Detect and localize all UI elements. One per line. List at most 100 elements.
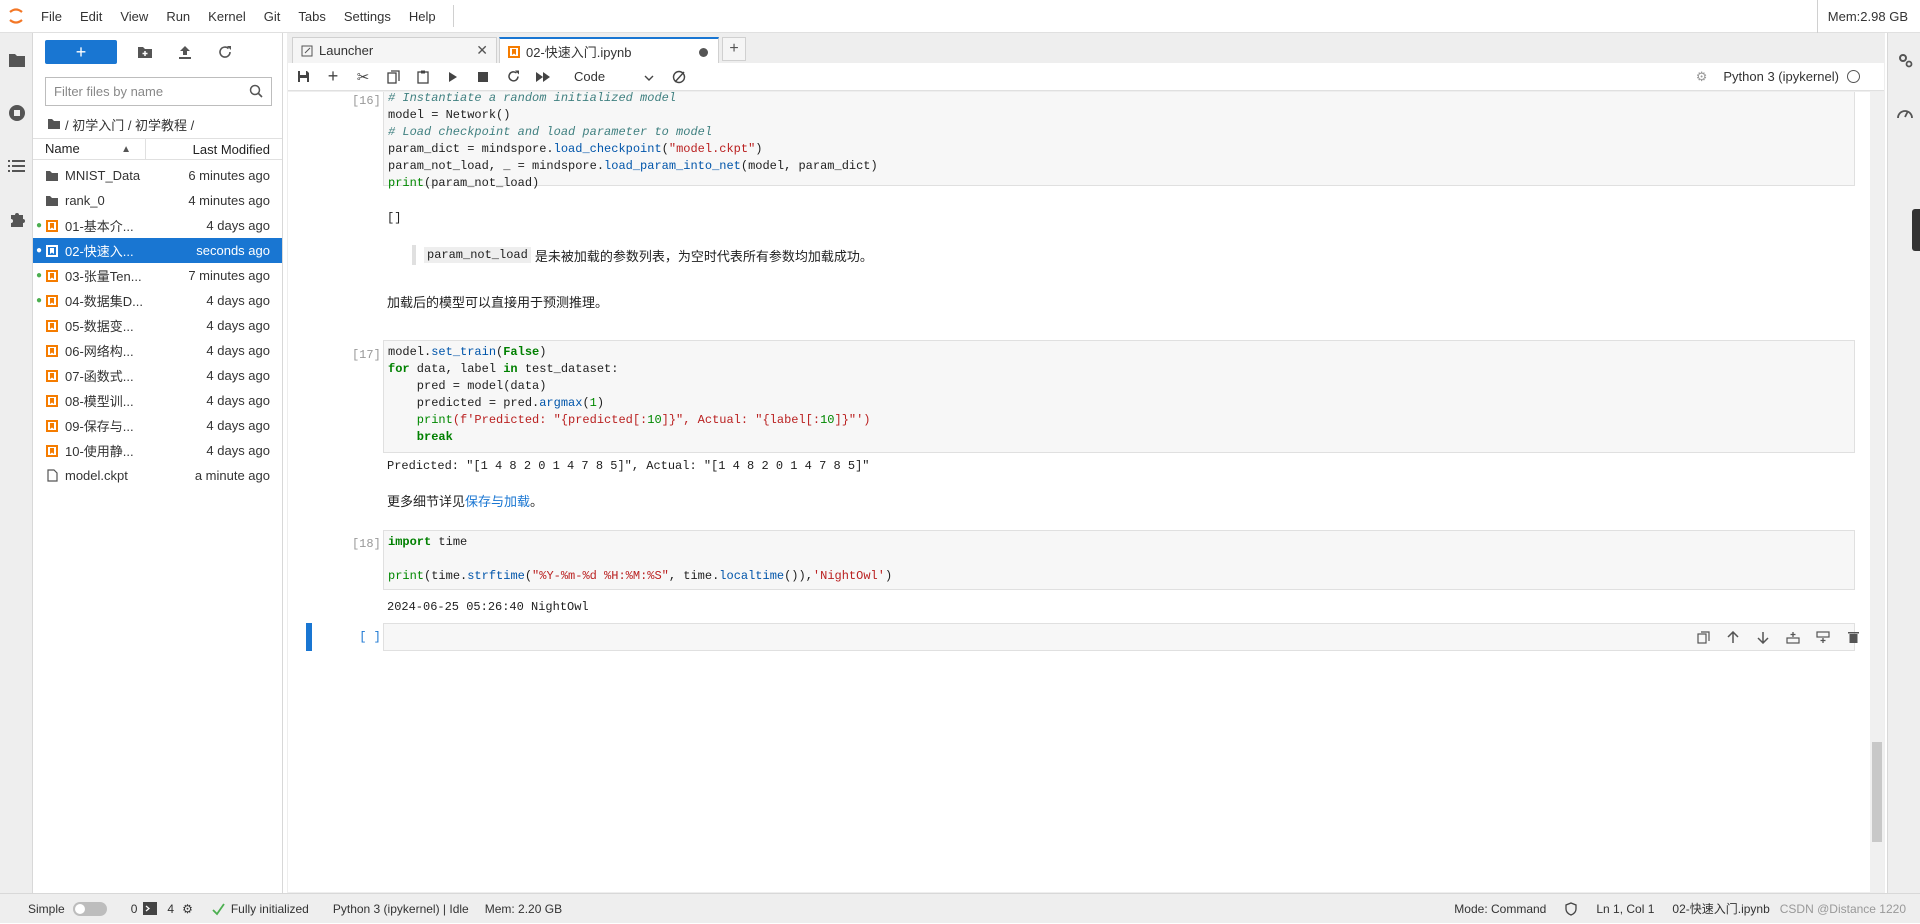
file-list-item[interactable]: 09-保存与... 4 days ago — [33, 413, 282, 438]
kernel-selector[interactable]: ⚙ Python 3 (ipykernel) — [1696, 69, 1860, 85]
file-list-item[interactable]: model.ckpt a minute ago — [33, 463, 282, 488]
file-list-item[interactable]: 07-函数式... 4 days ago — [33, 363, 282, 388]
file-modified: 4 days ago — [206, 418, 270, 433]
code-token: (f'Predicted: "{predicted[: — [452, 413, 648, 427]
insert-above-icon[interactable] — [1778, 626, 1808, 648]
simple-mode-toggle[interactable]: Simple — [28, 901, 107, 916]
file-list-item[interactable]: 08-模型训... 4 days ago — [33, 388, 282, 413]
notebook-panel[interactable]: [16]: # Instantiate a random initialized… — [288, 92, 1884, 892]
insert-below-icon[interactable] — [1808, 626, 1838, 648]
file-list-item[interactable]: MNIST_Data 6 minutes ago — [33, 163, 282, 188]
code-token: localtime — [719, 569, 785, 583]
property-inspector-icon[interactable] — [1888, 33, 1920, 86]
kernel-count[interactable]: 4 ⚙ — [167, 902, 192, 916]
toggle-switch[interactable] — [72, 901, 107, 916]
kernel-status[interactable]: Python 3 (ipykernel) | Idle — [333, 902, 469, 916]
delete-icon[interactable] — [1838, 626, 1868, 648]
puzzle-icon[interactable] — [0, 192, 33, 245]
resize-handle[interactable] — [1912, 209, 1920, 251]
add-cell-icon[interactable]: + — [318, 65, 348, 89]
column-header-modified[interactable]: Last Modified — [146, 142, 282, 157]
copy-icon[interactable] — [378, 65, 408, 89]
file-icon — [45, 469, 59, 483]
code-cell-17[interactable]: model.set_train (False) for data, label i… — [383, 340, 1855, 453]
code-token: test_dataset: — [517, 362, 619, 376]
terminal-count[interactable]: 0 — [131, 902, 158, 916]
file-list-item[interactable]: ● 04-数据集D... 4 days ago — [33, 288, 282, 313]
code-cell-16[interactable]: # Instantiate a random initialized model… — [383, 92, 1855, 190]
upload-icon[interactable] — [173, 40, 197, 64]
paste-icon[interactable] — [408, 65, 438, 89]
menu-file[interactable]: File — [32, 0, 71, 33]
new-tab-button[interactable]: + — [722, 37, 746, 61]
column-header-name[interactable]: Name ▲ — [33, 138, 146, 160]
close-icon[interactable]: ✕ — [476, 42, 488, 59]
status-right: Mode: Command Ln 1, Col 1 02-快速入门.ipynb … — [1440, 894, 1920, 924]
cursor-position[interactable]: Ln 1, Col 1 — [1596, 902, 1654, 916]
new-folder-icon[interactable] — [133, 40, 157, 64]
move-up-icon[interactable] — [1718, 626, 1748, 648]
shield-icon[interactable] — [1564, 901, 1578, 916]
vertical-scrollbar[interactable] — [1870, 92, 1884, 892]
move-down-icon[interactable] — [1748, 626, 1778, 648]
tab-notebook[interactable]: 02-快速入门.ipynb — [499, 37, 719, 64]
refresh-icon[interactable] — [213, 40, 237, 64]
save-load-link[interactable]: 保存与加载 — [465, 494, 530, 509]
file-name: 08-模型训... — [65, 394, 134, 409]
folder-icon[interactable] — [0, 33, 33, 86]
stop-icon[interactable] — [468, 65, 498, 89]
code-token: data, label — [409, 362, 504, 376]
file-modified: 7 minutes ago — [188, 268, 270, 283]
cell-type-select[interactable]: Code — [574, 69, 654, 84]
restart-icon[interactable] — [498, 65, 528, 89]
git-status[interactable]: Fully initialized — [211, 902, 309, 916]
menu-edit[interactable]: Edit — [71, 0, 111, 33]
menu-tabs[interactable]: Tabs — [289, 0, 334, 33]
list-icon[interactable] — [0, 139, 33, 192]
markdown-paragraph: 更多细节详见保存与加载。 — [383, 491, 547, 510]
code-cell-18[interactable]: import time print(time.strftime("%Y-%m-%… — [383, 530, 1855, 590]
scrollbar-thumb[interactable] — [1872, 742, 1882, 842]
file-list-item[interactable]: 10-使用静... 4 days ago — [33, 438, 282, 463]
code-cell-empty[interactable] — [383, 623, 1855, 651]
code-token: False — [503, 345, 540, 359]
file-list-item[interactable]: 06-网络构... 4 days ago — [33, 338, 282, 363]
tab-launcher[interactable]: Launcher ✕ — [292, 37, 497, 63]
file-list-item[interactable]: ● 03-张量Ten... 7 minutes ago — [33, 263, 282, 288]
running-indicator-icon: ● — [35, 245, 43, 256]
code-line: pred = model(data) — [388, 379, 547, 393]
kernel-gear-icon: ⚙ — [182, 901, 193, 916]
cell-output: Predicted: "[1 4 8 2 0 1 4 7 8 5]", Actu… — [387, 459, 870, 473]
file-filter-input[interactable]: Filter files by name — [45, 77, 272, 106]
menu-kernel[interactable]: Kernel — [199, 0, 255, 33]
search-icon — [249, 84, 263, 101]
terminal-icon — [143, 902, 158, 915]
file-list-item[interactable]: ● 02-快速入... seconds ago — [33, 238, 282, 263]
menu-run[interactable]: Run — [157, 0, 199, 33]
git-diff-icon[interactable] — [664, 65, 694, 89]
kernel-settings-icon[interactable]: ⚙ — [1696, 69, 1708, 85]
menu-git[interactable]: Git — [255, 0, 290, 33]
file-list-item[interactable]: 05-数据变... 4 days ago — [33, 313, 282, 338]
stop-circle-icon[interactable] — [0, 86, 33, 139]
new-launcher-button[interactable]: + — [45, 40, 117, 64]
file-name: 04-数据集D... — [65, 294, 144, 309]
menu-view[interactable]: View — [111, 0, 157, 33]
run-icon[interactable] — [438, 65, 468, 89]
cut-icon[interactable]: ✂ — [348, 65, 378, 89]
unsaved-dot-icon[interactable] — [699, 48, 708, 57]
code-token: param_dict = mindspore. — [388, 142, 554, 156]
menu-bar: File Edit View Run Kernel Git Tabs Setti… — [0, 0, 1920, 33]
cell-prompt: [ ]: — [359, 630, 388, 644]
file-list-item[interactable]: ● 01-基本介... 4 days ago — [33, 213, 282, 238]
breadcrumb-path[interactable]: / 初学入门 / 初学教程 / — [65, 115, 194, 134]
menu-help[interactable]: Help — [400, 0, 445, 33]
save-icon[interactable] — [288, 65, 318, 89]
duplicate-cell-icon[interactable] — [1688, 626, 1718, 648]
menu-settings[interactable]: Settings — [335, 0, 400, 33]
file-list-item[interactable]: rank_0 4 minutes ago — [33, 188, 282, 213]
debugger-gauge-icon[interactable] — [1888, 86, 1920, 139]
breadcrumb[interactable]: / 初学入门 / 初学教程 / — [47, 113, 194, 135]
file-modified: 4 days ago — [206, 318, 270, 333]
fast-forward-icon[interactable] — [528, 65, 558, 89]
